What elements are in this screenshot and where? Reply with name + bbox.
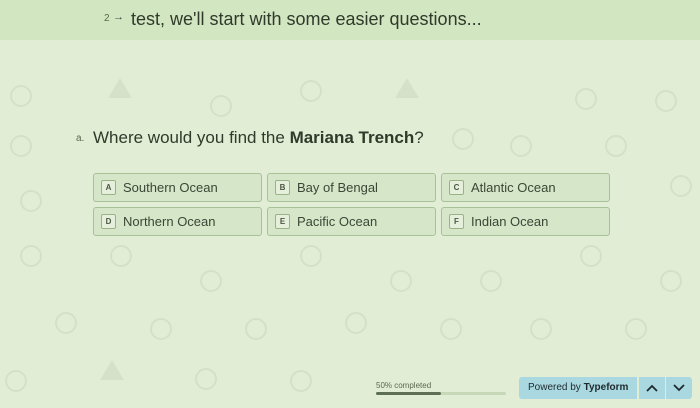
chevron-down-icon <box>673 384 685 392</box>
choice-key: A <box>101 180 116 195</box>
choice-key: B <box>275 180 290 195</box>
arrow-right-icon: → <box>113 11 124 23</box>
choice-label: Northern Ocean <box>123 214 216 229</box>
choice-key: E <box>275 214 290 229</box>
choice-d[interactable]: D Northern Ocean <box>93 207 262 236</box>
next-question-button[interactable] <box>666 377 692 399</box>
previous-question-text: test, we'll start with some easier quest… <box>131 9 482 29</box>
choice-f[interactable]: F Indian Ocean <box>441 207 610 236</box>
question-text-after: ? <box>414 128 424 147</box>
typeform-brand: Typeform <box>583 382 629 393</box>
choice-e[interactable]: E Pacific Ocean <box>267 207 436 236</box>
question-text-bold: Mariana Trench <box>289 128 415 147</box>
choice-key: D <box>101 214 116 229</box>
previous-question-number: 2 <box>104 13 110 24</box>
choice-label: Southern Ocean <box>123 180 218 195</box>
question-title: Where would you find the Mariana Trench? <box>93 128 424 148</box>
choice-key: F <box>449 214 464 229</box>
chevron-up-icon <box>646 384 658 392</box>
progress-label: 50% completed <box>376 381 432 390</box>
progress-fill <box>376 392 441 395</box>
choice-label: Bay of Bengal <box>297 180 378 195</box>
previous-question-button[interactable] <box>639 377 665 399</box>
choice-c[interactable]: C Atlantic Ocean <box>441 173 610 202</box>
choice-label: Atlantic Ocean <box>471 180 556 195</box>
powered-by-prefix: Powered by <box>528 382 584 393</box>
powered-by-typeform-button[interactable]: Powered by Typeform <box>519 377 637 399</box>
background-pattern <box>0 0 700 408</box>
question-text-before: Where would you find the <box>93 128 290 147</box>
progress-bar <box>376 392 506 395</box>
previous-question-band: 2 → test, we'll start with some easier q… <box>0 0 700 40</box>
choice-label: Pacific Ocean <box>297 214 378 229</box>
choice-b[interactable]: B Bay of Bengal <box>267 173 436 202</box>
choice-key: C <box>449 180 464 195</box>
question-letter: a. <box>76 133 85 144</box>
choice-label: Indian Ocean <box>471 214 549 229</box>
choice-a[interactable]: A Southern Ocean <box>93 173 262 202</box>
